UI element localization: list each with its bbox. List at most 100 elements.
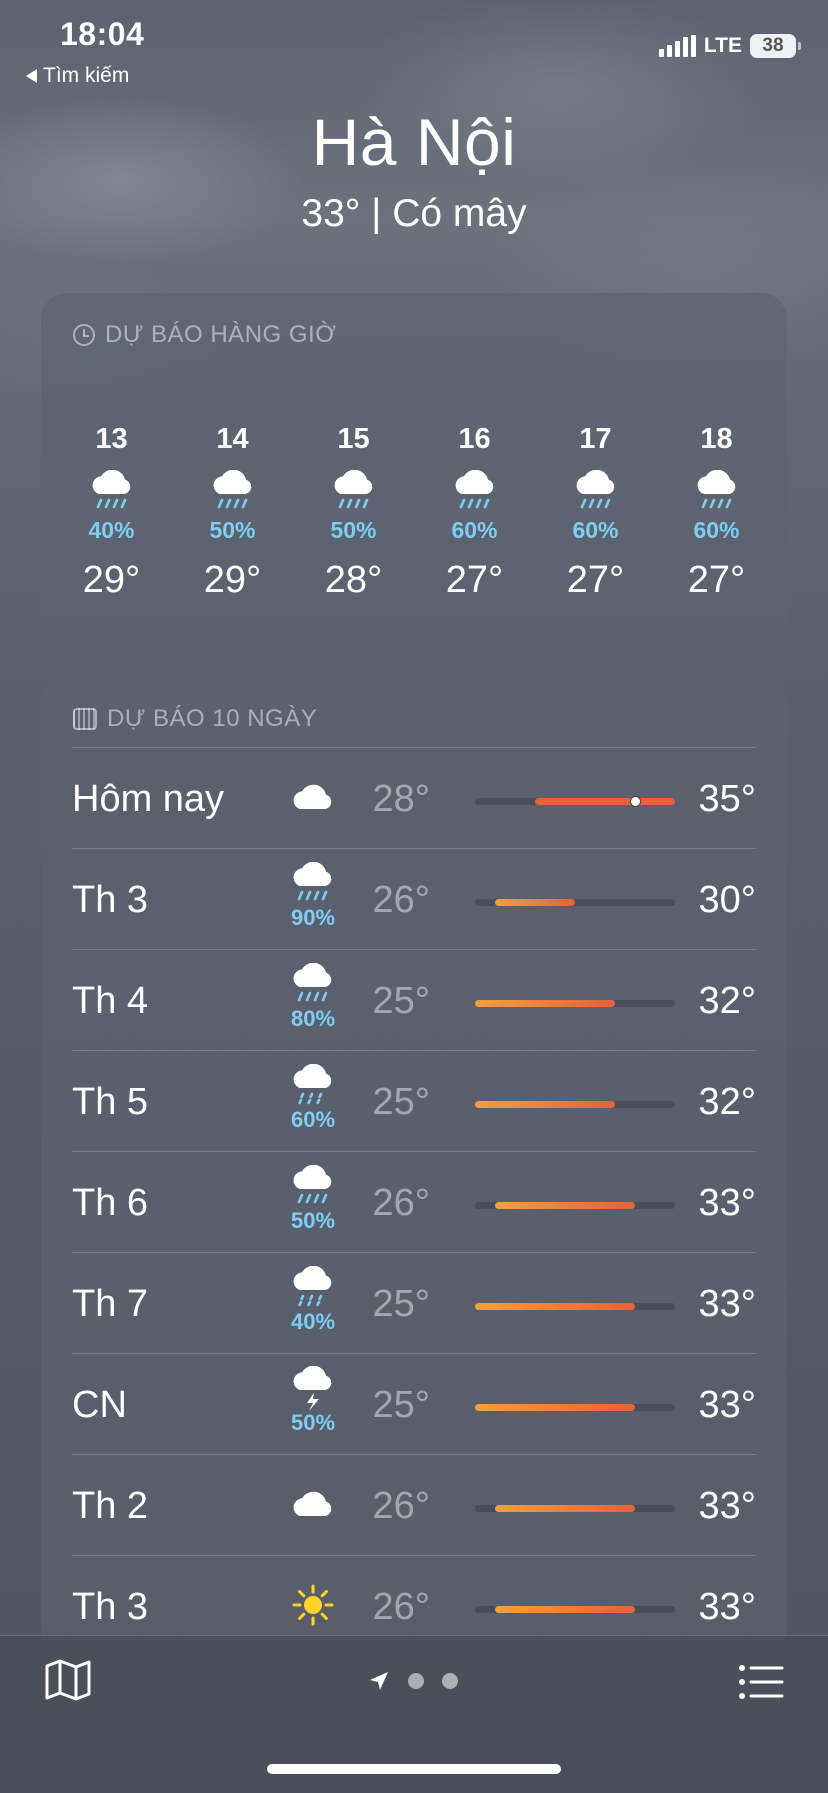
daily-row[interactable]: Th 4 80% 25° 32°	[72, 949, 756, 1050]
temp-range-track	[475, 1606, 675, 1613]
hour-label: 15	[337, 423, 370, 455]
temp-range-bar	[475, 1000, 615, 1007]
ten-day-forecast-header: DỰ BÁO 10 NGÀY	[73, 705, 317, 733]
high-temp: 33°	[698, 1384, 756, 1426]
ten-day-forecast-card[interactable]: DỰ BÁO 10 NGÀY Hôm nay 28° 35° Th 3 90% 26° 30…	[41, 677, 787, 1792]
hourly-forecast-card[interactable]: DỰ BÁO HÀNG GIỜ 13 40% 29° 14 50% 29° 15 50% 28°…	[41, 293, 787, 655]
hour-item: 14 50% 29°	[178, 423, 288, 602]
low-temp: 25°	[372, 980, 430, 1022]
daily-row[interactable]: Th 3 90% 26° 30°	[72, 848, 756, 949]
day-condition	[282, 1481, 344, 1527]
temp-range-bar	[475, 1101, 615, 1108]
precip-chance: 50%	[209, 517, 256, 543]
low-temp: 25°	[372, 1283, 430, 1325]
cloud-icon	[282, 1481, 344, 1527]
city-list-button[interactable]	[738, 1664, 784, 1705]
hour-label: 17	[579, 423, 612, 455]
precip-chance: 40%	[290, 1309, 336, 1334]
hourly-list[interactable]: 13 40% 29° 14 50% 29° 15 50% 28° 16 60% 27° 17 60% 27°…	[51, 423, 777, 602]
high-temp: 33°	[698, 1485, 756, 1527]
low-temp: 28°	[372, 778, 430, 820]
drizzle-icon	[282, 1265, 344, 1311]
hour-label: 14	[216, 423, 249, 455]
hour-item: 13 40% 29°	[57, 423, 167, 602]
bottom-toolbar	[0, 1635, 828, 1793]
daily-row[interactable]: Th 7 40% 25° 33°	[72, 1252, 756, 1353]
day-label: Hôm nay	[72, 778, 225, 820]
temp-range-bar	[495, 1202, 635, 1209]
home-indicator[interactable]	[267, 1764, 561, 1774]
precip-chance: 50%	[290, 1410, 336, 1435]
temp-range-bar	[475, 1404, 635, 1411]
daily-row[interactable]: CN 50% 25° 33°	[72, 1353, 756, 1454]
precip-chance: 50%	[330, 517, 377, 543]
day-condition	[282, 774, 344, 820]
day-label: Th 3	[72, 1586, 149, 1628]
rain-icon	[299, 467, 409, 517]
clock-icon	[73, 324, 95, 346]
day-label: CN	[72, 1384, 127, 1426]
rain-icon	[420, 467, 530, 517]
hourly-forecast-header: DỰ BÁO HÀNG GIỜ	[73, 321, 336, 349]
high-temp: 32°	[698, 1081, 756, 1123]
temp-range-track	[475, 1303, 675, 1310]
hour-item: 18 60% 27°	[662, 423, 772, 602]
daily-row[interactable]: Th 6 50% 26° 33°	[72, 1151, 756, 1252]
high-temp: 30°	[698, 879, 756, 921]
hour-label: 16	[458, 423, 491, 455]
map-button[interactable]	[44, 1658, 92, 1707]
day-condition: 50%	[282, 1164, 344, 1234]
temp-range-bar	[495, 1606, 635, 1613]
high-temp: 33°	[698, 1586, 756, 1628]
rain-icon	[282, 1164, 344, 1210]
back-link-label: Tìm kiếm	[43, 64, 130, 87]
day-label: Th 7	[72, 1283, 149, 1325]
precip-chance: 90%	[290, 905, 336, 930]
page-control[interactable]	[368, 1670, 458, 1692]
precip-chance: 60%	[451, 517, 498, 543]
day-label: Th 2	[72, 1485, 149, 1527]
rain-icon	[178, 467, 288, 517]
page-dot[interactable]	[442, 1673, 458, 1689]
day-condition: 40%	[282, 1265, 344, 1335]
page-dot[interactable]	[408, 1673, 424, 1689]
day-condition: 80%	[282, 962, 344, 1032]
calendar-icon	[73, 708, 97, 730]
hour-item: 15 50% 28°	[299, 423, 409, 602]
drizzle-icon	[282, 1063, 344, 1109]
rain-icon	[57, 467, 167, 517]
low-temp: 26°	[372, 879, 430, 921]
daily-row[interactable]: Th 2 26° 33°	[72, 1454, 756, 1555]
battery-icon: 38	[750, 34, 801, 58]
temp-range-track	[475, 1505, 675, 1512]
back-triangle-icon	[26, 69, 37, 83]
location-arrow-icon	[370, 1672, 388, 1690]
hourly-forecast-title: DỰ BÁO HÀNG GIỜ	[105, 321, 337, 348]
low-temp: 26°	[372, 1586, 430, 1628]
high-temp: 33°	[698, 1283, 756, 1325]
daily-row[interactable]: Th 5 60% 25° 32°	[72, 1050, 756, 1151]
day-condition: 50%	[282, 1366, 344, 1436]
signal-icon	[658, 35, 696, 57]
precip-chance: 40%	[88, 517, 135, 543]
temp-range-bar	[495, 1505, 635, 1512]
precip-chance: 60%	[290, 1107, 336, 1132]
back-to-search-link[interactable]: Tìm kiếm	[26, 64, 129, 88]
hour-temp: 27°	[445, 559, 504, 601]
daily-row[interactable]: Hôm nay 28° 35°	[72, 747, 756, 848]
day-label: Th 6	[72, 1182, 149, 1224]
sun-icon	[282, 1582, 344, 1628]
temp-range-bar	[535, 798, 675, 805]
rain-icon	[282, 861, 344, 907]
status-indicators: LTE 38	[658, 34, 801, 58]
temp-range-bar	[475, 1303, 635, 1310]
rain-icon	[541, 467, 651, 517]
city-name: Hà Nội	[311, 105, 517, 179]
precip-chance: 80%	[290, 1006, 336, 1031]
temp-range-track	[475, 899, 675, 906]
high-temp: 35°	[698, 778, 756, 820]
thunderstorm-icon	[282, 1366, 344, 1412]
hour-temp: 27°	[687, 559, 746, 601]
precip-chance: 60%	[572, 517, 619, 543]
daily-list: Hôm nay 28° 35° Th 3 90% 26° 30° Th 4 80% 25° 32° T…	[72, 747, 756, 1656]
